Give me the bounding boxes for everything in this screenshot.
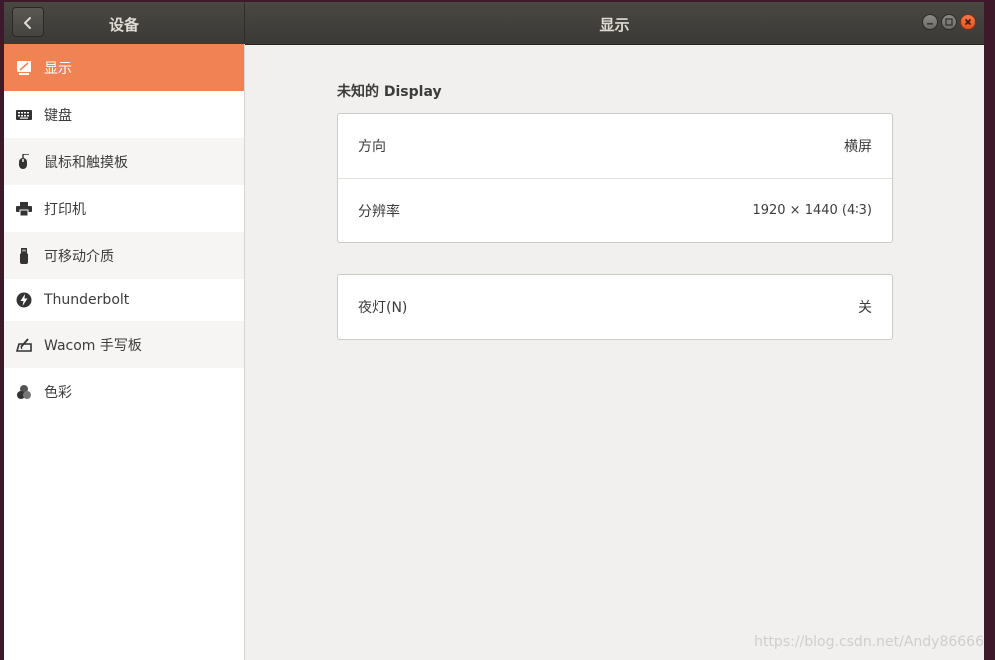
sidebar-item-label: Wacom 手写板 xyxy=(44,337,142,354)
sidebar-item-label: 键盘 xyxy=(44,107,72,124)
resolution-row[interactable]: 分辨率 1920 × 1440 (4∶3) xyxy=(338,178,892,242)
maximize-icon xyxy=(945,18,953,26)
sidebar-item-keyboard[interactable]: 键盘 xyxy=(4,91,244,138)
watermark: https://blog.csdn.net/Andy86666 xyxy=(754,634,984,650)
window-controls xyxy=(922,14,976,30)
orientation-label: 方向 xyxy=(358,139,386,155)
sidebar-item-label: 可移动介质 xyxy=(44,248,114,265)
sidebar-item-wacom-tablet[interactable]: Wacom 手写板 xyxy=(4,321,244,368)
sidebar-item-label: 鼠标和触摸板 xyxy=(44,154,128,171)
sidebar-item-label: 色彩 xyxy=(44,384,72,401)
sidebar-item-display[interactable]: 显示 xyxy=(4,44,244,91)
minimize-icon xyxy=(927,23,933,25)
resolution-value: 1920 × 1440 (4∶3) xyxy=(752,203,872,218)
sidebar: 显示 键盘 鼠标和触摸板 打印机 可移动介质 Thunderbolt Wacom… xyxy=(4,44,245,660)
thunderbolt-icon xyxy=(16,292,32,308)
printer-icon xyxy=(16,201,32,217)
header-bar: 设备 显示 xyxy=(4,2,984,45)
page-title: 显示 xyxy=(599,16,630,34)
orientation-row[interactable]: 方向 横屏 xyxy=(338,114,892,178)
sidebar-item-label: 打印机 xyxy=(44,201,86,218)
sidebar-item-label: Thunderbolt xyxy=(44,292,130,308)
close-icon xyxy=(964,18,972,26)
keyboard-icon xyxy=(16,107,32,123)
tablet-icon xyxy=(16,337,32,353)
sidebar-item-printers[interactable]: 打印机 xyxy=(4,185,244,232)
sidebar-item-color[interactable]: 色彩 xyxy=(4,368,244,415)
chevron-left-icon xyxy=(24,17,31,29)
settings-window: 设备 显示 显示 键盘 鼠标和触摸板 打印机 可移动介质 Thunderbolt… xyxy=(4,2,984,660)
night-light-card: 夜灯(N) 关 xyxy=(337,274,893,340)
mouse-icon xyxy=(16,153,32,170)
back-button[interactable] xyxy=(12,7,44,37)
sidebar-item-label: 显示 xyxy=(44,60,72,77)
color-icon xyxy=(16,384,32,400)
maximize-button[interactable] xyxy=(941,14,957,30)
main-panel: 未知的 Display 方向 横屏 分辨率 1920 × 1440 (4∶3) … xyxy=(245,45,984,660)
minimize-button[interactable] xyxy=(922,14,938,30)
display-icon xyxy=(16,60,32,76)
sidebar-item-thunderbolt[interactable]: Thunderbolt xyxy=(4,279,244,321)
sidebar-header: 设备 xyxy=(4,2,245,44)
close-button[interactable] xyxy=(960,14,976,30)
sidebar-item-mouse[interactable]: 鼠标和触摸板 xyxy=(4,138,244,185)
usb-drive-icon xyxy=(16,247,32,264)
resolution-label: 分辨率 xyxy=(358,203,400,220)
night-light-row[interactable]: 夜灯(N) 关 xyxy=(338,275,892,339)
night-light-value: 关 xyxy=(858,300,872,316)
display-name-heading: 未知的 Display xyxy=(337,84,442,100)
orientation-value: 横屏 xyxy=(844,139,872,155)
sidebar-item-removable-media[interactable]: 可移动介质 xyxy=(4,232,244,279)
display-settings-card: 方向 横屏 分辨率 1920 × 1440 (4∶3) xyxy=(337,113,893,243)
sidebar-title: 设备 xyxy=(108,16,139,34)
night-light-label: 夜灯(N) xyxy=(358,300,408,316)
